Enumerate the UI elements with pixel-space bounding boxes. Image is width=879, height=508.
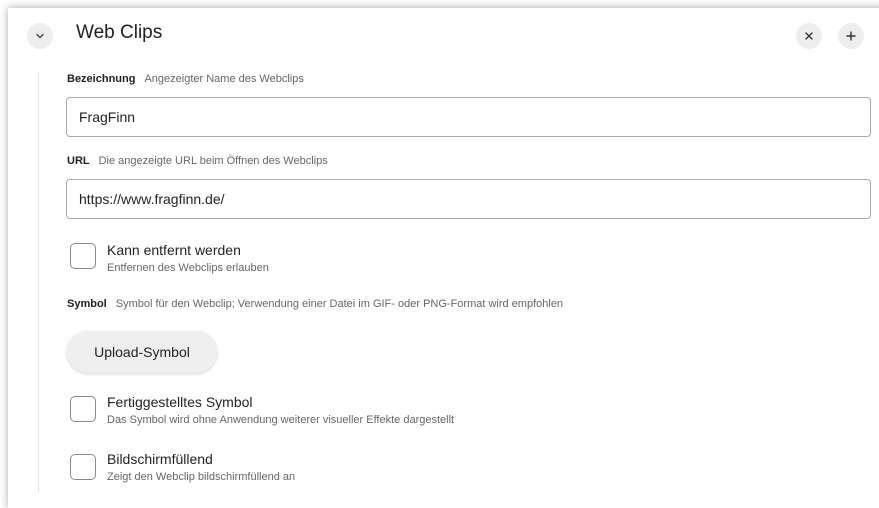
url-input[interactable] [66, 179, 871, 219]
remove-section-button[interactable] [796, 23, 822, 49]
url-label: URL [67, 155, 90, 167]
removable-description: Entfernen des Webclips erlauben [107, 262, 269, 274]
precomposed-checkbox[interactable] [70, 396, 96, 422]
fullscreen-checkbox[interactable] [70, 454, 96, 480]
section-title: Web Clips [76, 22, 163, 43]
precomposed-title: Fertiggestelltes Symbol [107, 394, 253, 410]
name-label: Bezeichnung [67, 73, 136, 85]
collapse-button[interactable] [27, 23, 53, 49]
close-icon [805, 32, 813, 40]
fullscreen-title: Bildschirmfüllend [107, 451, 213, 467]
removable-checkbox[interactable] [70, 243, 96, 269]
add-section-button[interactable] [838, 23, 864, 49]
upload-symbol-button[interactable]: Upload-Symbol [67, 331, 217, 373]
url-label-row: URL Die angezeigte URL beim Öffnen des We… [67, 155, 328, 167]
name-label-row: Bezeichnung Angezeigter Name des Webclips [67, 73, 304, 85]
chevron-down-icon [36, 33, 44, 39]
plus-icon [846, 31, 856, 41]
symbol-label-row: Symbol Symbol für den Webclip; Verwendung… [67, 298, 563, 310]
symbol-label: Symbol [67, 298, 107, 310]
section-divider-line [38, 72, 39, 492]
name-hint: Angezeigter Name des Webclips [144, 73, 304, 85]
name-input[interactable] [66, 97, 871, 137]
precomposed-description: Das Symbol wird ohne Anwendung weiterer … [107, 414, 455, 426]
removable-title: Kann entfernt werden [107, 242, 241, 258]
fullscreen-description: Zeigt den Webclip bildschirmfüllend an [107, 471, 296, 483]
url-hint: Die angezeigte URL beim Öffnen des Webcl… [98, 155, 328, 167]
symbol-hint: Symbol für den Webclip; Verwendung einer… [115, 298, 564, 310]
